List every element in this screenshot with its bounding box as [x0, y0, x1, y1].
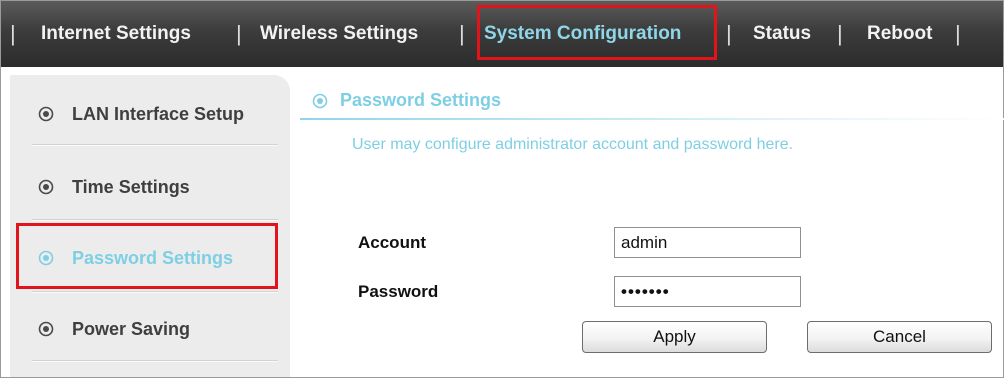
sidebar-item-label: LAN Interface Setup	[72, 104, 245, 124]
nav-separator: |	[236, 21, 242, 46]
nav-separator: |	[10, 21, 16, 46]
apply-button[interactable]: Apply	[582, 321, 767, 353]
radio-circle-icon	[38, 179, 54, 195]
account-input[interactable]	[614, 227, 801, 258]
nav-separator: |	[459, 21, 465, 46]
sidebar-item-lan-interface-setup[interactable]: LAN Interface Setup	[10, 79, 290, 149]
nav-reboot[interactable]: Reboot	[867, 1, 932, 67]
password-input[interactable]	[614, 276, 801, 307]
sidebar-divider	[32, 360, 278, 362]
sidebar-item-time-settings[interactable]: Time Settings	[10, 152, 290, 222]
nav-separator: |	[837, 21, 843, 46]
sidebar-item-label: Time Settings	[72, 177, 190, 197]
sidebar-item-label: Power Saving	[72, 319, 191, 339]
section-title: Password Settings	[340, 90, 502, 110]
section-description: User may configure administrator account…	[352, 136, 794, 153]
nav-internet-settings[interactable]: Internet Settings	[41, 1, 191, 67]
nav-status[interactable]: Status	[753, 1, 811, 67]
radio-circle-icon	[38, 321, 54, 337]
sidebar-divider	[32, 219, 278, 221]
nav-separator: |	[726, 21, 732, 46]
cancel-button[interactable]: Cancel	[807, 321, 992, 353]
sidebar-highlight-box	[16, 223, 278, 289]
radio-circle-icon	[312, 93, 328, 109]
nav-wireless-settings[interactable]: Wireless Settings	[260, 1, 418, 67]
section-divider	[300, 118, 1004, 120]
nav-separator: |	[955, 21, 961, 46]
account-label: Account	[358, 233, 426, 252]
sidebar-divider	[32, 144, 278, 146]
password-label: Password	[358, 282, 439, 301]
radio-circle-icon	[38, 106, 54, 122]
sidebar-item-power-saving[interactable]: Power Saving	[10, 294, 290, 364]
nav-highlight-box	[477, 5, 717, 60]
sidebar-divider	[32, 291, 278, 293]
